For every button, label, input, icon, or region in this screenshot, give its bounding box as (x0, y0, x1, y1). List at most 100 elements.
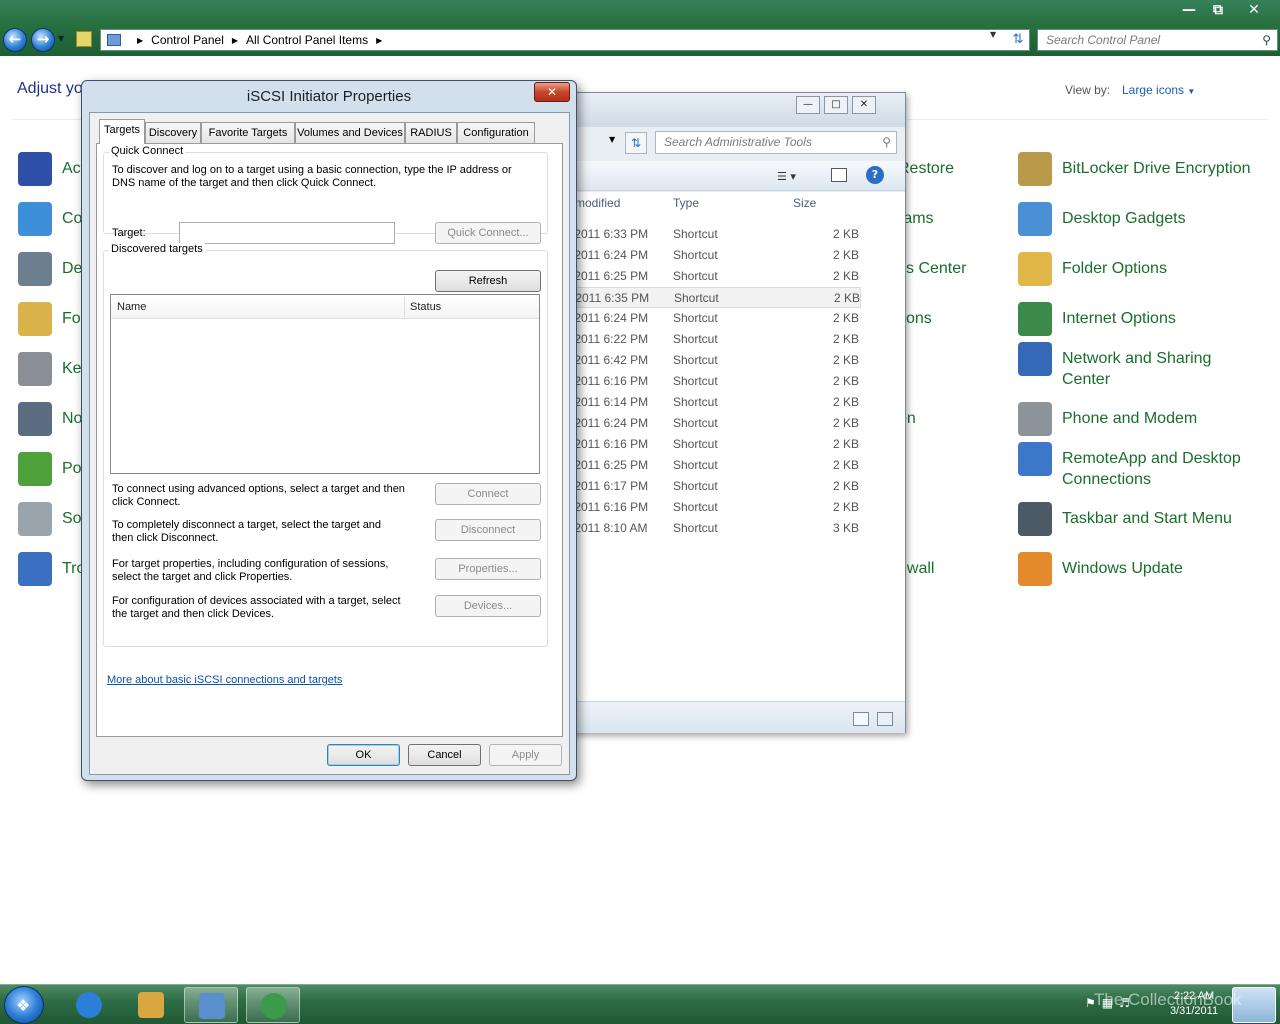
taskbar-control-panel[interactable] (184, 987, 238, 1023)
search-icon[interactable]: ⚲ (882, 135, 891, 149)
cp-item-label[interactable]: Folder Options (1062, 258, 1167, 279)
back-arrow-icon[interactable]: ← (3, 28, 27, 52)
table-row[interactable]: /2011 6:22 PM Shortcut 2 KB (561, 329, 861, 350)
change-view-icon[interactable]: ☰ ▾ (777, 170, 796, 183)
breadcrumb-chevron-icon[interactable]: ▶ (232, 36, 238, 45)
minimize-button[interactable]: — (796, 96, 820, 114)
forward-arrow-icon[interactable]: → (31, 28, 55, 52)
preview-pane-icon[interactable] (831, 168, 847, 182)
tab-favorite-targets[interactable]: Favorite Targets (201, 122, 295, 143)
table-row[interactable]: /2011 6:25 PM Shortcut 2 KB (561, 455, 861, 476)
column-header-type[interactable]: Type (673, 196, 699, 210)
view-by-dropdown[interactable]: Large icons ▼ (1122, 83, 1195, 97)
cp-item-action-center[interactable]: Acti (18, 152, 89, 186)
cp-item-keyboard[interactable]: Key (18, 352, 90, 386)
tab-volumes-devices[interactable]: Volumes and Devices (295, 122, 405, 143)
table-row[interactable]: /2011 6:24 PM Shortcut 2 KB (561, 308, 861, 329)
cp-item-device-manager[interactable]: Dev (18, 252, 90, 286)
view-by-value[interactable]: Large icons (1122, 83, 1184, 97)
cp-item-label[interactable]: Taskbar and Start Menu (1062, 508, 1232, 529)
breadcrumb-all-items[interactable]: All Control Panel Items (246, 33, 368, 47)
table-row[interactable]: /2011 6:14 PM Shortcut 2 KB (561, 392, 861, 413)
disconnect-button[interactable]: Disconnect (435, 519, 541, 541)
cp-item-bitlocker[interactable]: BitLocker Drive Encryption (1018, 152, 1251, 186)
taskbar-windows-explorer[interactable] (124, 987, 178, 1023)
help-icon[interactable]: ? (866, 166, 884, 184)
breadcrumb-control-panel[interactable]: Control Panel (151, 33, 224, 47)
cp-item-label[interactable]: BitLocker Drive Encryption (1062, 158, 1251, 179)
up-folder-icon[interactable] (76, 31, 92, 47)
breadcrumb-chevron-icon[interactable]: ▶ (137, 36, 143, 45)
quick-connect-button[interactable]: Quick Connect... (435, 222, 541, 244)
table-row[interactable]: /2011 6:35 PM Shortcut 2 KB (561, 287, 861, 308)
column-header-status[interactable]: Status (410, 301, 441, 313)
cancel-button[interactable]: Cancel (408, 744, 481, 766)
cp-item-taskbar-start[interactable]: Taskbar and Start Menu (1018, 502, 1232, 536)
cp-item-label[interactable]: RemoteApp and Desktop Connections (1062, 448, 1262, 490)
targets-table[interactable]: Name Status (110, 294, 540, 474)
refresh-button[interactable]: Refresh (435, 270, 541, 292)
connect-button[interactable]: Connect (435, 483, 541, 505)
table-row[interactable]: /2011 6:16 PM Shortcut 2 KB (561, 371, 861, 392)
breadcrumb-chevron-icon[interactable]: ▶ (376, 36, 382, 45)
table-row[interactable]: /2011 8:10 AM Shortcut 3 KB (561, 518, 861, 539)
cp-item-internet-options[interactable]: Internet Options (1018, 302, 1176, 336)
cp-item-fonts[interactable]: Fon (18, 302, 90, 336)
cp-item-phone-modem[interactable]: Phone and Modem (1018, 402, 1197, 436)
cp-item-notification-area[interactable]: Not (18, 402, 87, 436)
search-control-panel-input[interactable]: Search Control Panel ⚲ (1037, 29, 1278, 51)
cp-item-label[interactable]: Internet Options (1062, 308, 1176, 329)
address-dropdown-icon[interactable]: ▼ (609, 135, 615, 144)
table-row[interactable]: /2011 6:42 PM Shortcut 2 KB (561, 350, 861, 371)
table-row[interactable]: /2011 6:25 PM Shortcut 2 KB (561, 266, 861, 287)
properties-button[interactable]: Properties... (435, 558, 541, 580)
search-admin-tools-input[interactable]: Search Administrative Tools ⚲ (655, 131, 897, 154)
cp-item-network-sharing[interactable]: Network and Sharing Center (1018, 342, 1232, 390)
table-row[interactable]: /2011 6:17 PM Shortcut 2 KB (561, 476, 861, 497)
large-icons-view-icon[interactable] (877, 712, 893, 726)
recent-pages-chevron-icon[interactable]: ▼ (58, 34, 64, 43)
details-view-icon[interactable] (853, 712, 869, 726)
minimize-button[interactable]: — (1174, 0, 1204, 20)
cp-item-desktop-gadgets[interactable]: Desktop Gadgets (1018, 202, 1186, 236)
maximize-button[interactable]: □ (824, 96, 848, 114)
close-button[interactable]: ✕ (852, 96, 876, 114)
tab-targets[interactable]: Targets (99, 119, 145, 144)
taskbar-iscsi-initiator[interactable] (246, 987, 300, 1023)
table-row[interactable]: /2011 6:24 PM Shortcut 2 KB (561, 413, 861, 434)
maximize-button[interactable]: ⧉ (1203, 0, 1233, 20)
close-button[interactable]: ✕ (1238, 0, 1270, 20)
table-row[interactable]: /2011 6:16 PM Shortcut 2 KB (561, 434, 861, 455)
apply-button[interactable]: Apply (489, 744, 562, 766)
column-divider[interactable] (404, 297, 405, 317)
cp-item-folder-options[interactable]: Folder Options (1018, 252, 1167, 286)
cp-item-sound[interactable]: Sou (18, 502, 90, 536)
refresh-icon[interactable]: ⇅ (625, 132, 647, 154)
column-header-name[interactable]: Name (117, 301, 146, 313)
cp-item-label[interactable]: Phone and Modem (1062, 408, 1197, 429)
close-button[interactable]: ✕ (534, 82, 570, 102)
chevron-down-icon[interactable]: ▼ (1187, 87, 1195, 96)
address-dropdown-icon[interactable]: ▼ (990, 30, 996, 39)
refresh-icon[interactable]: ⇅ (1008, 30, 1028, 50)
cp-item-windows-update[interactable]: Windows Update (1018, 552, 1183, 586)
table-row[interactable]: /2011 6:33 PM Shortcut 2 KB (561, 224, 861, 245)
table-row[interactable]: /2011 6:24 PM Shortcut 2 KB (561, 245, 861, 266)
tab-radius[interactable]: RADIUS (405, 122, 457, 143)
column-header-size[interactable]: Size (793, 196, 816, 210)
tab-configuration[interactable]: Configuration (457, 122, 535, 143)
cp-item-remoteapp[interactable]: RemoteApp and Desktop Connections (1018, 442, 1262, 490)
search-icon[interactable]: ⚲ (1262, 33, 1271, 47)
target-input[interactable] (179, 222, 395, 244)
cp-item-label[interactable]: ss Center (898, 258, 966, 279)
address-bar[interactable]: ▶ Control Panel ▶ All Control Panel Item… (100, 29, 1030, 51)
table-row[interactable]: /2011 6:16 PM Shortcut 2 KB (561, 497, 861, 518)
cp-item-label[interactable]: Restore (898, 158, 954, 179)
start-button[interactable]: ❖ (4, 986, 44, 1024)
taskbar-internet-explorer[interactable] (62, 987, 116, 1023)
cp-item-label[interactable]: Windows Update (1062, 558, 1183, 579)
cp-item-label[interactable]: Desktop Gadgets (1062, 208, 1186, 229)
tab-discovery[interactable]: Discovery (145, 122, 201, 143)
more-about-iscsi-link[interactable]: More about basic iSCSI connections and t… (107, 674, 342, 686)
cp-item-label[interactable]: Network and Sharing Center (1062, 348, 1232, 390)
